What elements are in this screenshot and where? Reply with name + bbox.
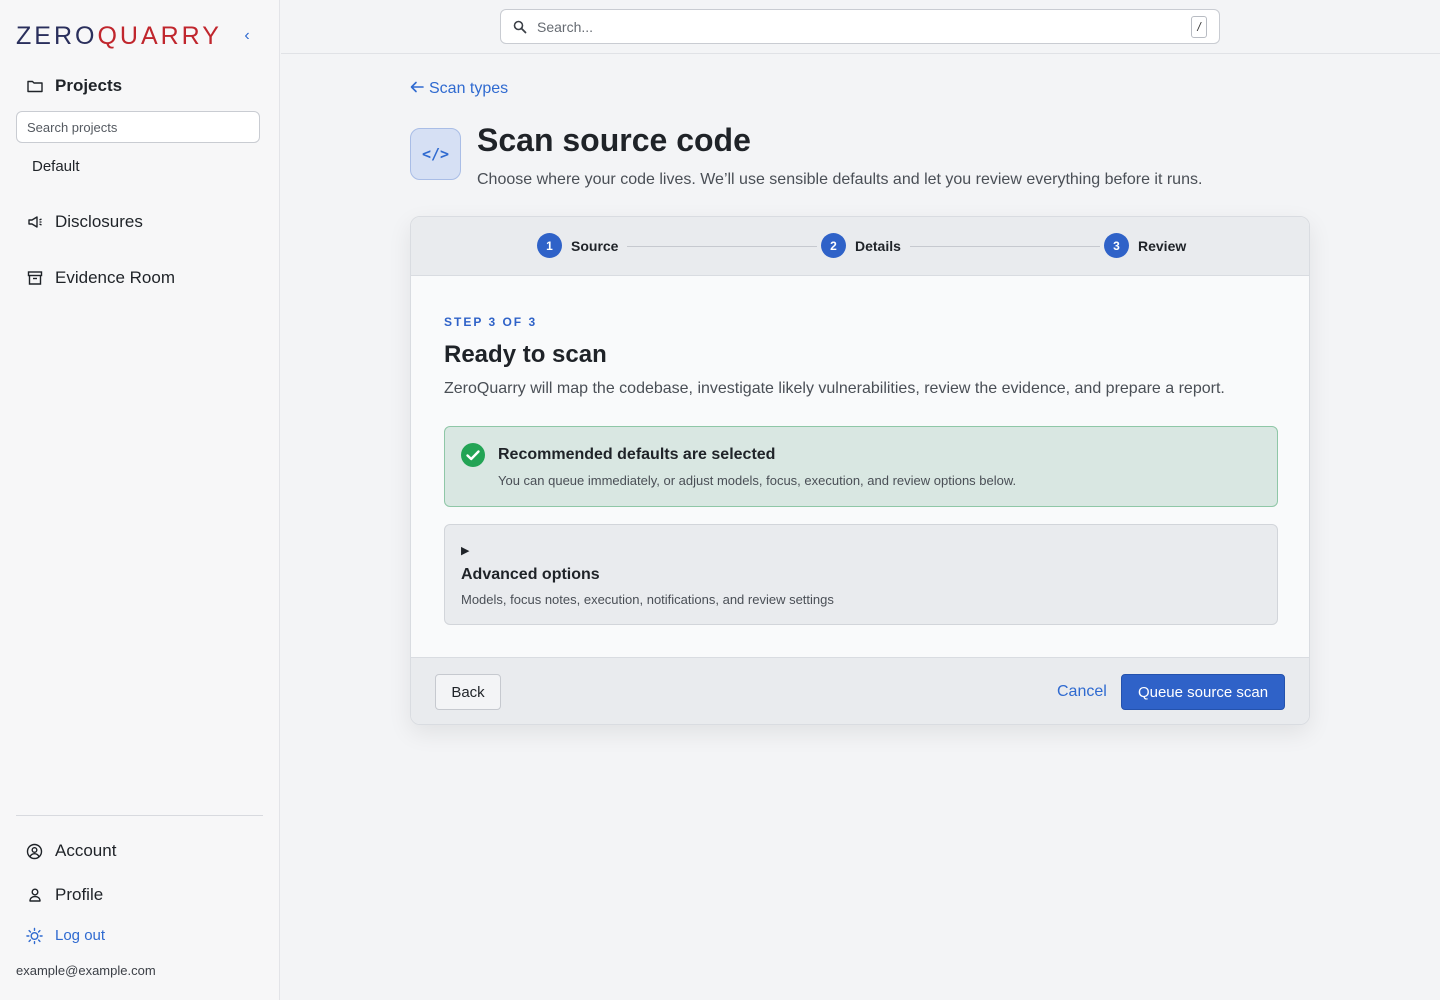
search-shortcut-key: / [1191, 15, 1207, 38]
sidebar-divider [16, 815, 263, 816]
queue-source-scan-button[interactable]: Queue source scan [1121, 674, 1285, 710]
step-details[interactable]: 2 Details [821, 233, 901, 258]
step-label: Details [855, 237, 901, 254]
advanced-options-toggle[interactable]: ▶ Advanced options Models, focus notes, … [444, 524, 1278, 625]
sidebar-item-label: Profile [55, 885, 104, 904]
logo-text-zero: ZERO [16, 21, 98, 50]
logo-text-quarry: QUARRY [97, 21, 222, 50]
step-label: Review [1138, 237, 1187, 254]
step-eyebrow: STEP 3 OF 3 [444, 315, 538, 329]
global-search[interactable]: / [500, 9, 1220, 44]
sidebar-item-projects[interactable]: Projects [26, 76, 122, 96]
defaults-notice: Recommended defaults are selected You ca… [444, 426, 1278, 507]
sidebar-item-label: Account [55, 841, 117, 860]
step-connector [627, 246, 817, 247]
back-button[interactable]: Back [435, 674, 501, 710]
wizard-footer: Back Cancel Queue source scan [411, 657, 1309, 724]
step-number: 3 [1104, 233, 1129, 258]
sidebar-item-label: Evidence Room [55, 268, 176, 287]
notice-title: Recommended defaults are selected [498, 446, 776, 463]
step-source[interactable]: 1 Source [537, 233, 618, 258]
check-circle-icon [461, 443, 485, 467]
global-search-input[interactable] [537, 18, 1191, 35]
sidebar-item-label: Disclosures [55, 212, 143, 231]
logout-button[interactable]: Log out [26, 927, 105, 944]
step-label: Source [571, 237, 619, 254]
page-title: Scan source code [477, 122, 751, 158]
search-icon [513, 20, 527, 34]
cancel-button[interactable]: Cancel [1057, 683, 1107, 701]
arrow-left-icon [410, 80, 424, 98]
wizard-description: ZeroQuarry will map the codebase, invest… [444, 380, 1225, 397]
step-connector [910, 246, 1100, 247]
chevron-left-icon[interactable]: ‹ [238, 26, 256, 46]
step-number: 2 [821, 233, 846, 258]
page-subtitle: Choose where your code lives. We’ll use … [477, 171, 1203, 188]
archive-icon [26, 270, 43, 287]
sidebar-item-disclosures[interactable]: Disclosures [26, 212, 143, 232]
logout-label: Log out [55, 927, 106, 944]
step-number: 1 [537, 233, 562, 258]
user-email: example@example.com [16, 963, 156, 978]
advanced-options-description: Models, focus notes, execution, notifica… [461, 592, 834, 607]
user-icon [26, 887, 43, 904]
sidebar-item-account[interactable]: Account [26, 841, 116, 861]
back-to-scan-types-link[interactable]: Scan types [410, 80, 508, 98]
advanced-options-title: Advanced options [461, 566, 600, 583]
notice-body: You can queue immediately, or adjust mod… [498, 473, 1017, 488]
folder-icon [26, 78, 43, 95]
wizard-title: Ready to scan [444, 341, 607, 368]
sun-icon [26, 927, 43, 944]
step-review[interactable]: 3 Review [1104, 233, 1186, 258]
megaphone-icon [26, 214, 43, 231]
user-circle-icon [26, 843, 43, 860]
zeroquarry-logo[interactable]: ZERO QUARRY [16, 18, 222, 54]
scan-wizard-card: 1 Source 2 Details 3 Review STEP 3 OF 3 … [410, 216, 1310, 725]
sidebar-item-profile[interactable]: Profile [26, 885, 103, 905]
caret-right-icon: ▶ [461, 545, 470, 557]
project-item-default[interactable]: Default [32, 158, 80, 175]
sidebar: ZEROQUARRY ‹ Projects Default Disclosure… [0, 0, 280, 1000]
sidebar-item-label: Projects [55, 76, 123, 95]
back-link-label: Scan types [429, 80, 509, 97]
sidebar-item-evidence-room[interactable]: Evidence Room [26, 268, 175, 288]
project-search-input[interactable] [16, 111, 260, 143]
wizard-stepper: 1 Source 2 Details 3 Review [411, 217, 1309, 276]
code-icon: </> [410, 128, 461, 180]
